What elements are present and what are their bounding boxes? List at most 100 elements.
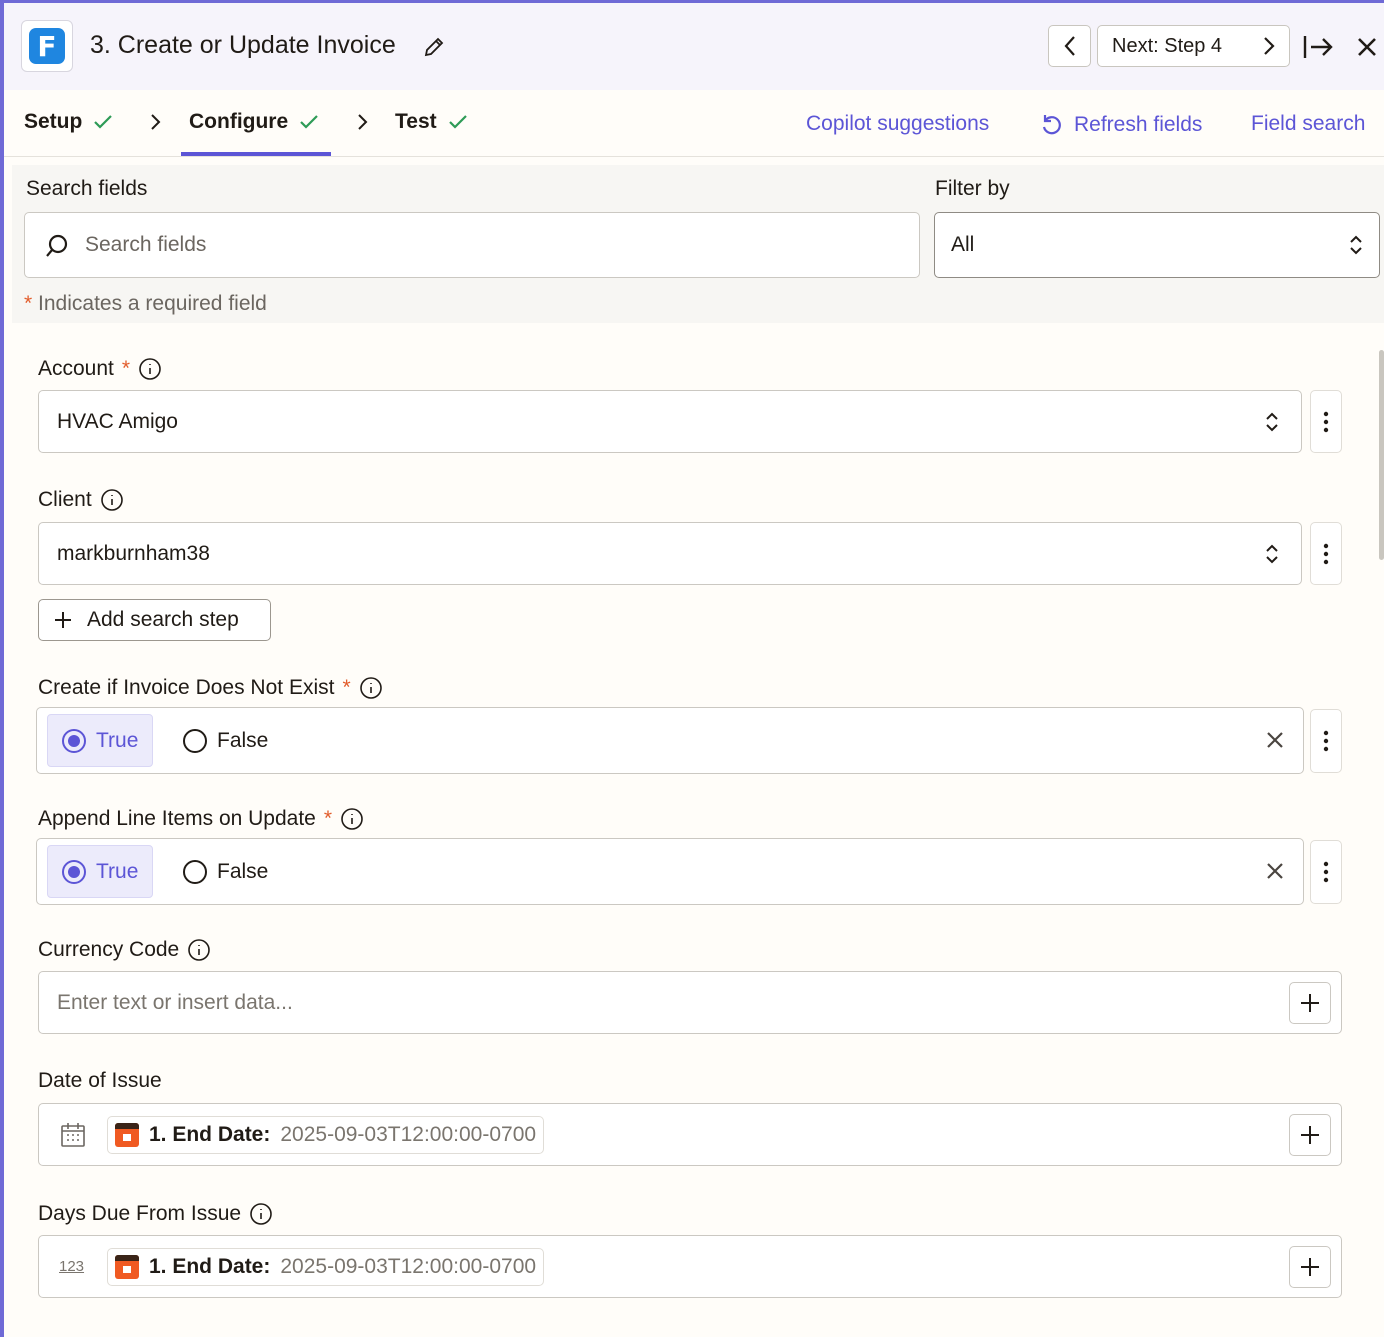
step-tabs: Setup Configure Test Copilot suggestions… [4,90,1384,157]
clear-icon[interactable] [1265,730,1285,750]
radio-true-label: True [96,859,139,883]
copilot-suggestions-label: Copilot suggestions [806,112,990,135]
pill-value: 2025-09-03T12:00:00-0700 [280,1123,537,1146]
currency-code-input[interactable]: Enter text or insert data... [38,971,1342,1034]
days-due-input[interactable]: 123 1. End Date: 2025-09-03T12:00:00-070… [38,1235,1342,1298]
account-label-text: Account [38,357,114,380]
account-label: Account * [38,357,162,381]
date-of-issue-label-text: Date of Issue [38,1069,162,1092]
scrollbar[interactable] [1379,350,1384,560]
more-vertical-icon [1323,543,1329,564]
radio-false-label: False [217,728,269,752]
radio-unselected-icon [183,859,207,884]
plus-icon [55,612,71,628]
bookly-app-icon [115,1255,139,1279]
plus-icon [1301,1126,1319,1144]
pencil-icon[interactable] [422,35,446,59]
number-type-icon: 123 [59,1258,85,1275]
updown-chevron-icon [1266,544,1278,564]
insert-data-button[interactable] [1289,982,1331,1024]
filter-select[interactable]: All [934,212,1380,278]
info-icon[interactable] [100,488,124,512]
active-tab-indicator [181,152,331,156]
info-icon[interactable] [138,357,162,381]
client-select[interactable]: markburnham38 [38,522,1302,585]
days-due-label-text: Days Due From Issue [38,1202,242,1225]
account-more-button[interactable] [1310,390,1342,453]
required-star: * [24,292,33,315]
window-border-left [0,0,4,1337]
chevron-left-icon [1064,36,1075,56]
currency-code-label-text: Currency Code [38,938,180,961]
collapse-panel-icon[interactable] [1302,33,1334,61]
radio-true[interactable]: True [47,714,154,767]
close-icon[interactable] [1356,36,1378,58]
required-star: * [323,807,333,830]
check-icon [94,115,113,129]
updown-chevron-icon [1266,412,1278,432]
insert-data-button[interactable] [1289,1114,1331,1156]
insert-data-button[interactable] [1289,1246,1331,1288]
bookly-app-icon [115,1123,139,1147]
updown-chevron-icon [1350,235,1362,255]
add-search-step-button[interactable]: Add search step [38,599,271,641]
next-step-label: Next: Step 4 [1112,34,1223,57]
field-search-link[interactable]: Field search [1251,112,1365,136]
search-input[interactable]: Search fields [24,212,920,278]
chevron-right-icon [151,114,161,130]
refresh-icon [1042,115,1061,135]
info-icon[interactable] [249,1202,273,1226]
radio-false[interactable]: False [169,714,282,767]
account-value: HVAC Amigo [57,410,178,433]
search-placeholder: Search fields [85,233,207,256]
radio-true-label: True [96,728,139,752]
plus-icon [1301,1258,1319,1276]
required-field-note: * Indicates a required field [24,292,267,316]
tab-test[interactable]: Test [395,110,469,134]
info-icon[interactable] [359,676,383,700]
search-fields-heading: Search fields [26,177,148,200]
calendar-icon [61,1123,85,1147]
date-of-issue-label: Date of Issue [38,1069,162,1093]
date-of-issue-input[interactable]: 1. End Date: 2025-09-03T12:00:00-0700 [38,1103,1342,1166]
append-line-items-label-text: Append Line Items on Update [38,807,316,830]
info-icon[interactable] [187,938,211,962]
field-search-label: Field search [1251,112,1366,135]
account-select[interactable]: HVAC Amigo [38,390,1302,453]
info-icon[interactable] [340,807,364,831]
more-vertical-icon [1323,411,1329,432]
tab-label: Test [395,110,437,133]
pill-key: 1. End Date: [149,1255,271,1278]
create-if-not-exist-label-text: Create if Invoice Does Not Exist [38,676,335,699]
copilot-suggestions-link[interactable]: Copilot suggestions [806,112,989,136]
required-star: * [121,357,131,380]
pill-key: 1. End Date: [149,1123,271,1146]
tab-configure[interactable]: Configure [189,110,320,134]
data-pill[interactable]: 1. End Date: 2025-09-03T12:00:00-0700 [107,1248,545,1286]
more-vertical-icon [1323,730,1329,752]
create-if-not-exist-more-button[interactable] [1310,709,1342,773]
chevron-right-icon [358,114,368,130]
refresh-fields-button[interactable]: Refresh fields [1040,112,1202,138]
clear-icon[interactable] [1265,861,1285,881]
step-title: 3. Create or Update Invoice [90,31,396,59]
filter-by-heading: Filter by [935,177,1010,200]
search-icon [46,234,68,257]
check-icon [448,115,467,129]
radio-selected-icon [62,728,86,753]
radio-false[interactable]: False [169,845,282,898]
tab-setup[interactable]: Setup [24,110,114,134]
data-pill[interactable]: 1. End Date: 2025-09-03T12:00:00-0700 [107,1116,545,1154]
next-step-button[interactable]: Next: Step 4 [1097,25,1290,67]
client-more-button[interactable] [1310,522,1342,585]
previous-step-button[interactable] [1048,25,1091,67]
days-due-label: Days Due From Issue [38,1202,273,1226]
required-note-text: Indicates a required field [38,292,267,315]
radio-unselected-icon [183,728,207,753]
currency-code-label: Currency Code [38,938,211,962]
chevron-right-icon [1264,37,1275,55]
plus-icon [1301,994,1319,1012]
radio-true[interactable]: True [47,845,154,898]
append-line-items-more-button[interactable] [1310,840,1342,904]
check-icon [300,115,318,129]
